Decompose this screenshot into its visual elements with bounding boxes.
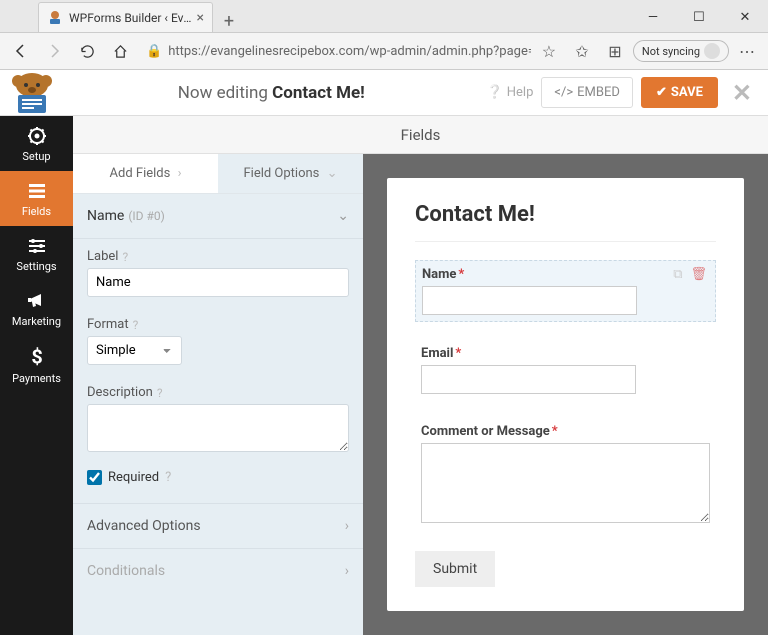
help-icon[interactable]: ? xyxy=(133,318,139,332)
save-button[interactable]: ✔ SAVE xyxy=(641,77,718,108)
maximize-button[interactable]: ☐ xyxy=(676,2,722,32)
wpforms-logo xyxy=(8,71,56,115)
required-label: Required xyxy=(108,470,159,485)
form-field-comment[interactable]: Comment or Message* xyxy=(415,418,716,533)
format-label: Format ? xyxy=(87,317,349,332)
home-button[interactable] xyxy=(105,36,135,66)
chevron-right-icon: › xyxy=(345,563,349,579)
name-input-preview[interactable] xyxy=(422,286,637,315)
submit-button[interactable]: Submit xyxy=(415,551,495,587)
favorites-bar-button[interactable]: ✩ xyxy=(567,36,597,66)
sidebar-item-settings[interactable]: Settings xyxy=(0,226,73,281)
sidebar-item-setup[interactable]: Setup xyxy=(0,116,73,171)
form-preview-area: Contact Me! ⧉ 🗑 Name* Email* xyxy=(363,154,768,635)
sync-label: Not syncing xyxy=(642,45,700,58)
format-select[interactable]: Simple xyxy=(87,336,182,365)
tab-add-fields[interactable]: Add Fields › xyxy=(73,154,218,193)
help-icon[interactable]: ? xyxy=(122,250,128,264)
form-field-name[interactable]: ⧉ 🗑 Name* xyxy=(415,260,716,322)
help-icon: ❔ xyxy=(487,85,503,100)
description-textarea[interactable] xyxy=(87,404,349,452)
favorite-button[interactable]: ☆ xyxy=(534,36,564,66)
form-field-email[interactable]: Email* xyxy=(415,340,716,400)
minimize-button[interactable]: — xyxy=(630,2,676,32)
embed-button[interactable]: </> EMBED xyxy=(541,77,633,108)
chevron-right-icon: › xyxy=(178,166,182,181)
label-input[interactable] xyxy=(87,268,349,297)
svg-text:$: $ xyxy=(31,346,42,368)
sidebar-item-payments[interactable]: $ Payments xyxy=(0,336,73,393)
url-text: https://evangelinesrecipebox.com/wp-admi… xyxy=(168,44,531,59)
chevron-down-icon: ⌄ xyxy=(337,208,349,224)
advanced-options-section[interactable]: Advanced Options › xyxy=(73,503,363,548)
field-label: Comment or Message* xyxy=(421,424,710,439)
close-button[interactable]: ✕ xyxy=(722,2,768,32)
email-input-preview[interactable] xyxy=(421,365,636,394)
comment-textarea-preview[interactable] xyxy=(421,443,710,523)
collections-button[interactable]: ⊞ xyxy=(600,36,630,66)
help-button[interactable]: ❔ Help xyxy=(487,85,534,100)
browser-tab[interactable]: WPForms Builder ‹ Evangeline's × xyxy=(38,2,213,32)
menu-button[interactable]: ⋯ xyxy=(732,36,762,66)
window-titlebar: WPForms Builder ‹ Evangeline's × + — ☐ ✕ xyxy=(0,0,768,32)
lock-icon: 🔒 xyxy=(146,44,162,59)
delete-icon[interactable]: 🗑 xyxy=(690,267,707,282)
label-label: Label ? xyxy=(87,249,349,264)
description-label: Description ? xyxy=(87,385,349,400)
sidebar-item-fields[interactable]: Fields xyxy=(0,171,73,226)
field-name-header[interactable]: Name (ID #0) ⌄ xyxy=(73,194,363,239)
new-tab-button[interactable]: + xyxy=(213,11,245,32)
chevron-right-icon: › xyxy=(345,518,349,534)
tab-close-icon[interactable]: × xyxy=(197,10,204,26)
sidebar-item-marketing[interactable]: Marketing xyxy=(0,281,73,336)
builder-sidebar: Setup Fields Settings Marketing $ Paymen… xyxy=(0,116,73,635)
check-icon: ✔ xyxy=(656,85,667,100)
builder-header: Now editing Contact Me! ❔ Help </> EMBED… xyxy=(0,70,768,116)
tab-title: WPForms Builder ‹ Evangeline's xyxy=(69,11,197,25)
form-preview: Contact Me! ⧉ 🗑 Name* Email* xyxy=(387,178,744,611)
avatar-icon xyxy=(704,43,720,59)
profile-sync-button[interactable]: Not syncing xyxy=(633,40,729,62)
favicon-icon xyxy=(47,10,63,26)
fields-header: Fields xyxy=(73,116,768,154)
help-icon[interactable]: ? xyxy=(157,386,163,400)
required-checkbox[interactable] xyxy=(87,470,102,485)
form-title: Contact Me! xyxy=(415,202,716,227)
address-bar: 🔒 https://evangelinesrecipebox.com/wp-ad… xyxy=(0,32,768,70)
close-builder-button[interactable]: ✕ xyxy=(732,79,752,107)
code-icon: </> xyxy=(554,85,573,100)
field-label: Name* xyxy=(422,267,709,282)
help-icon[interactable]: ? xyxy=(165,470,171,485)
duplicate-icon[interactable]: ⧉ xyxy=(673,267,682,282)
field-options-panel: Add Fields › Field Options ⌄ Name (ID #0… xyxy=(73,154,363,635)
chevron-down-icon: ⌄ xyxy=(327,166,338,181)
refresh-button[interactable] xyxy=(72,36,102,66)
tab-field-options[interactable]: Field Options ⌄ xyxy=(218,154,363,193)
back-button[interactable] xyxy=(6,36,36,66)
url-field[interactable]: 🔒 https://evangelinesrecipebox.com/wp-ad… xyxy=(138,44,531,59)
now-editing-label: Now editing Contact Me! xyxy=(56,83,487,103)
field-label: Email* xyxy=(421,346,710,361)
conditionals-section[interactable]: Conditionals › xyxy=(73,548,363,593)
forward-button[interactable] xyxy=(39,36,69,66)
